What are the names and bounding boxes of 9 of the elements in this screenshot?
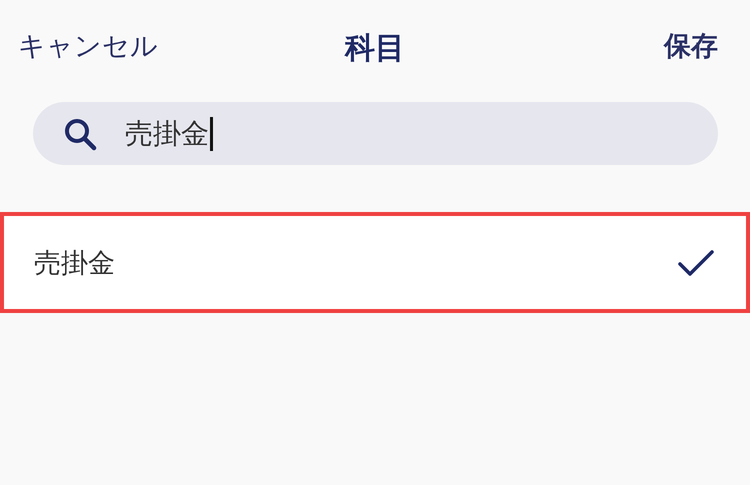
search-text: 売掛金 xyxy=(125,116,209,152)
list-row[interactable]: 売掛金 xyxy=(0,212,750,313)
search-field[interactable]: 売掛金 xyxy=(33,102,718,165)
screen-title: 科目 xyxy=(343,30,406,68)
cancel-button[interactable]: キャンセル xyxy=(18,28,158,64)
checkmark-icon xyxy=(678,248,714,276)
search-icon xyxy=(63,116,97,150)
row-label: 売掛金 xyxy=(34,246,115,280)
save-button[interactable]: 保存 xyxy=(664,28,718,64)
